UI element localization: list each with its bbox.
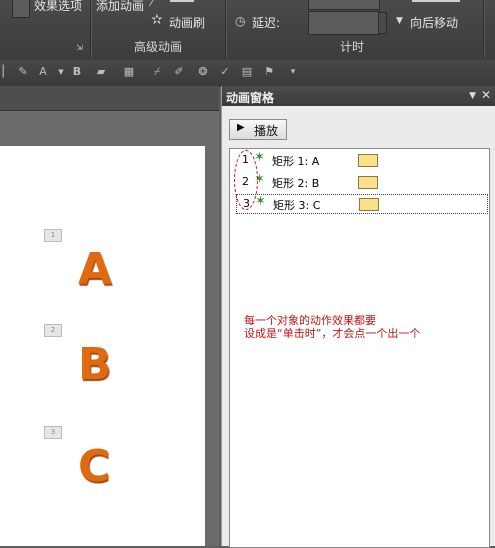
grip-icon: ▏ xyxy=(2,65,12,78)
animation-item-2[interactable]: 2 ✶ 矩形 2: B xyxy=(236,172,486,191)
ribbon: 效果选项 ⇲ 添加动画 ⁄ ✫ 动画刷 高级动画 ◷ 延迟: 计时 ▼ 向后移动 xyxy=(0,0,495,61)
grid-icon[interactable]: ▤ xyxy=(240,65,254,79)
customize-toolbar-icon[interactable]: ▾ xyxy=(286,65,300,79)
brush-icon[interactable]: ✐ xyxy=(172,65,186,79)
clip-art-icon[interactable]: ❂ xyxy=(196,65,210,79)
animation-pane-icon[interactable]: ⁄ xyxy=(151,0,153,9)
play-button[interactable]: ▶ 播放 xyxy=(229,119,287,140)
animation-item-label: 矩形 3: C xyxy=(273,199,321,212)
pane-options-icon[interactable]: ▼ xyxy=(469,91,476,101)
flag-icon[interactable]: ⚑ xyxy=(262,65,276,79)
delay-spinner[interactable] xyxy=(378,12,387,34)
animation-painter-icon: ✫ xyxy=(151,12,163,28)
dropdown-arrow-icon[interactable]: ▼ xyxy=(54,65,68,79)
table-icon[interactable]: ▦ xyxy=(122,65,136,79)
animation-item-label: 矩形 1: A xyxy=(272,155,320,168)
animation-pane: 动画窗格 ▼ ✕ ▶ 播放 1 ✶ 矩形 1: A 2 ✶ 矩形 2: B 3 … xyxy=(221,86,495,548)
annotation-note-line-2: 设成是“单击时”，才会点一个出一个 xyxy=(244,327,421,340)
move-earlier-button[interactable] xyxy=(412,0,460,2)
pen-icon[interactable]: ✓ xyxy=(218,65,232,79)
duration-input[interactable] xyxy=(308,0,380,10)
slide-canvas[interactable]: 1 A 2 B 3 C xyxy=(0,146,205,546)
close-icon[interactable]: ✕ xyxy=(481,88,491,102)
align-icon[interactable]: ⌿ xyxy=(150,65,164,79)
add-animation-button[interactable]: 添加动画 xyxy=(96,0,144,14)
animation-painter-button[interactable]: 动画刷 xyxy=(169,14,205,31)
slide-editing-area: 1 A 2 B 3 C xyxy=(0,86,219,546)
effect-options-button[interactable]: 效果选项 xyxy=(34,0,82,14)
shape-letter-b[interactable]: B xyxy=(78,339,112,390)
slide-area-header xyxy=(0,86,219,111)
animation-order-tag[interactable]: 3 xyxy=(44,426,62,439)
entrance-effect-icon: ✶ xyxy=(255,194,266,209)
timeline-bar[interactable] xyxy=(359,198,379,211)
trigger-button[interactable] xyxy=(170,0,194,2)
delay-label: 延迟: xyxy=(252,16,281,30)
quick-toolbar: ▏ ✎ A ▼ B ▰ ▦ ⌿ ✐ ❂ ✓ ▤ ⚑ ▾ xyxy=(0,60,495,87)
fill-color-icon[interactable]: ▰ xyxy=(94,65,108,79)
bold-icon[interactable]: B xyxy=(70,65,84,79)
shape-letter-a[interactable]: A xyxy=(78,244,112,295)
animation-pane-header: 动画窗格 ▼ ✕ xyxy=(222,86,495,106)
animation-order-tag[interactable]: 2 xyxy=(44,324,62,337)
timing-group-label: 计时 xyxy=(340,40,365,54)
timeline-bar[interactable] xyxy=(358,154,378,167)
animation-item-1[interactable]: 1 ✶ 矩形 1: A xyxy=(236,150,486,169)
shape-letter-c[interactable]: C xyxy=(78,441,110,492)
highlight-ellipse xyxy=(234,150,258,210)
animation-order-tag[interactable]: 1 xyxy=(44,229,62,242)
advanced-animation-group-label: 高级动画 xyxy=(134,40,183,54)
eraser-icon[interactable]: ✎ xyxy=(16,65,30,79)
delay-input[interactable] xyxy=(308,11,380,35)
ribbon-divider xyxy=(225,0,226,58)
play-button-label: 播放 xyxy=(254,124,279,138)
dialog-launcher-icon[interactable]: ⇲ xyxy=(76,43,83,52)
animation-pane-title: 动画窗格 xyxy=(226,91,275,105)
ribbon-divider xyxy=(483,0,484,58)
timeline-bar[interactable] xyxy=(358,176,378,189)
ribbon-divider xyxy=(90,0,91,58)
font-color-icon[interactable]: A xyxy=(36,65,50,79)
animation-item-label: 矩形 2: B xyxy=(272,177,320,190)
animation-item-3[interactable]: 3 ✶ 矩形 3: C xyxy=(236,194,488,214)
move-later-arrow-icon: ▼ xyxy=(396,16,403,26)
move-later-button[interactable]: 向后移动 xyxy=(410,14,458,31)
clock-icon: ◷ xyxy=(235,14,246,28)
effect-options-dropdown[interactable] xyxy=(12,0,30,18)
animation-list[interactable]: 1 ✶ 矩形 1: A 2 ✶ 矩形 2: B 3 ✶ 矩形 3: C 每一个对… xyxy=(229,148,490,548)
play-icon: ▶ xyxy=(237,122,245,133)
